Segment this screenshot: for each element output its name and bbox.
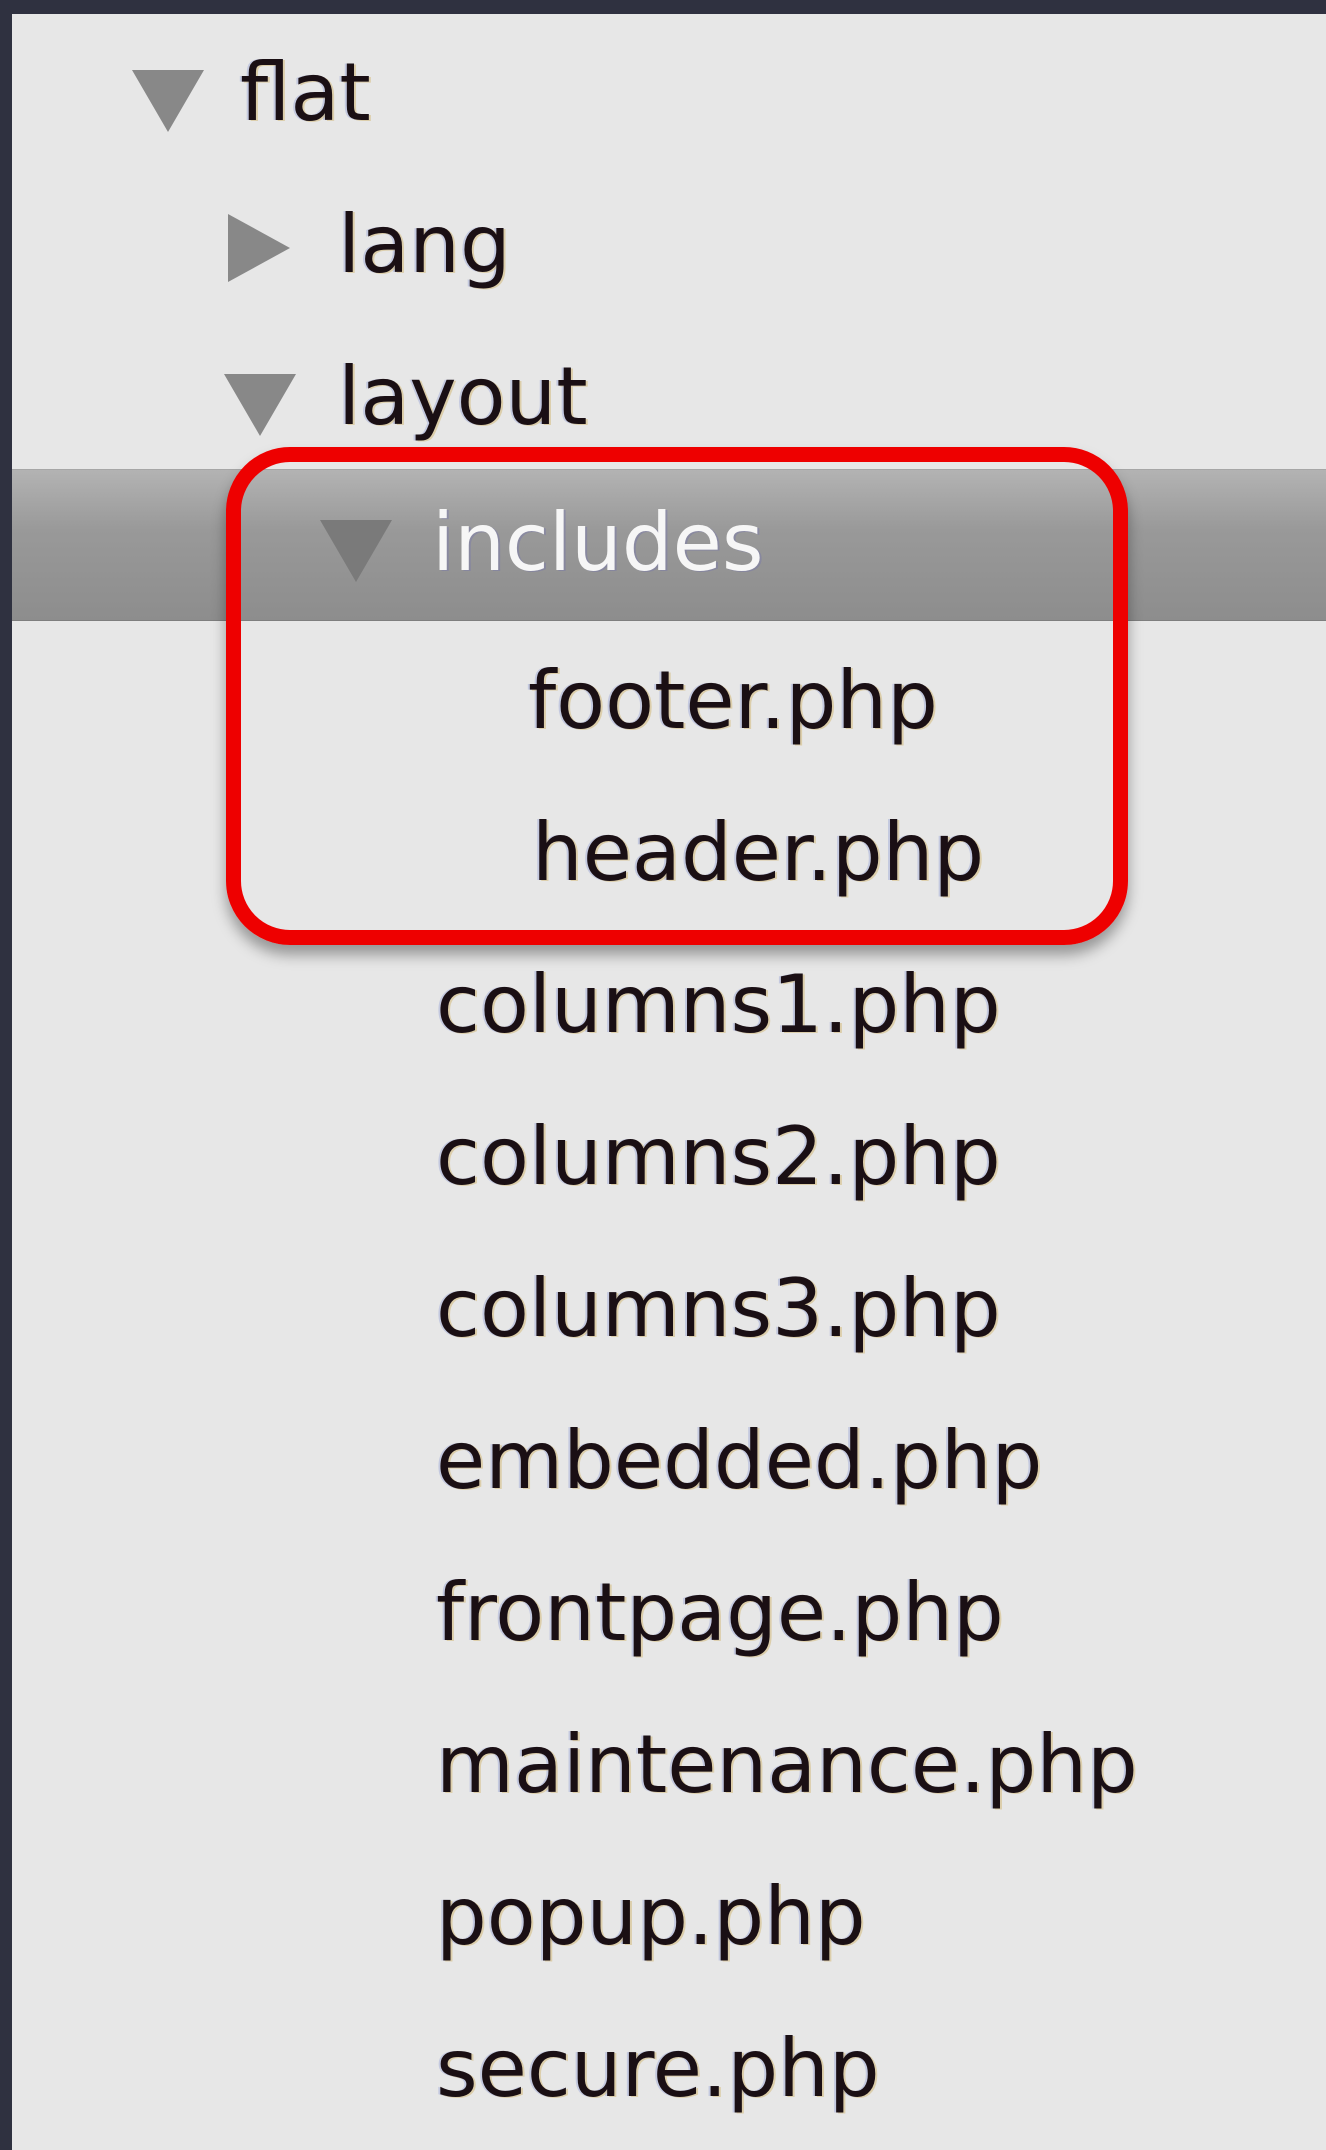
tree-item-columns3-php[interactable]: columns3.php xyxy=(12,1236,1326,1388)
tree-item-label: includes xyxy=(432,496,764,589)
tree-item-label: embedded.php xyxy=(436,1414,1043,1507)
expanded-arrow-icon[interactable] xyxy=(132,70,204,132)
tree-item-label: header.php xyxy=(532,806,985,899)
tree-item-lang[interactable]: lang xyxy=(12,172,1326,324)
tree-item-secure-php[interactable]: secure.php xyxy=(12,1996,1326,2148)
tree-item-label: flat xyxy=(240,46,371,139)
tree-item-embedded-php[interactable]: embedded.php xyxy=(12,1388,1326,1540)
window-frame-left xyxy=(0,0,12,2150)
tree-item-label: frontpage.php xyxy=(436,1566,1004,1659)
tree-item-label: lang xyxy=(338,198,511,291)
window-frame-top xyxy=(0,0,1326,14)
tree-item-label: layout xyxy=(338,350,588,443)
tree-item-frontpage-php[interactable]: frontpage.php xyxy=(12,1540,1326,1692)
tree-item-maintenance-php[interactable]: maintenance.php xyxy=(12,1692,1326,1844)
tree-item-header-php[interactable]: header.php xyxy=(12,780,1326,932)
tree-item-columns2-php[interactable]: columns2.php xyxy=(12,1084,1326,1236)
collapsed-arrow-icon[interactable] xyxy=(228,214,290,282)
tree-item-flat[interactable]: flat xyxy=(12,20,1326,172)
tree-item-layout[interactable]: layout xyxy=(12,324,1326,476)
expanded-arrow-icon[interactable] xyxy=(224,374,296,436)
tree-item-label: footer.php xyxy=(528,654,938,747)
expanded-arrow-icon[interactable] xyxy=(320,520,392,582)
tree-item-label: columns1.php xyxy=(436,958,1001,1051)
tree-item-label: columns2.php xyxy=(436,1110,1001,1203)
tree-item-label: columns3.php xyxy=(436,1262,1001,1355)
tree-item-label: secure.php xyxy=(436,2022,880,2115)
tree-item-label: maintenance.php xyxy=(436,1718,1138,1811)
tree-item-footer-php[interactable]: footer.php xyxy=(12,628,1326,780)
tree-item-columns1-php[interactable]: columns1.php xyxy=(12,932,1326,1084)
tree-item-label: popup.php xyxy=(436,1870,866,1963)
tree-item-popup-php[interactable]: popup.php xyxy=(12,1844,1326,1996)
tree-item-includes[interactable]: includes xyxy=(12,469,1326,621)
